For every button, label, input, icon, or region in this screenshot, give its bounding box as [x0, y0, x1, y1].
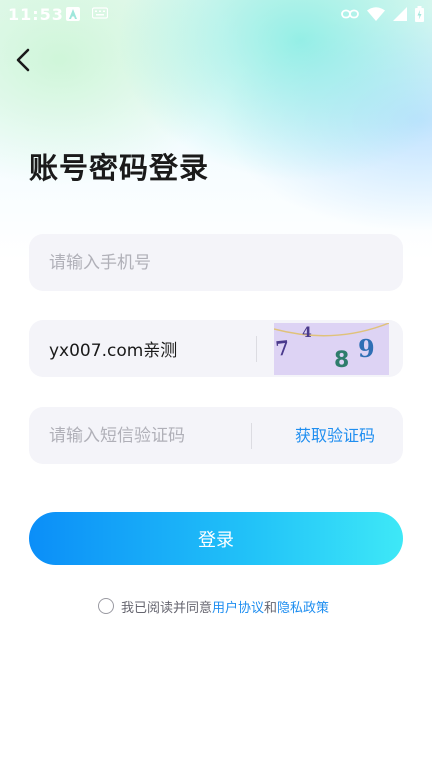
captcha-char-3: 8: [334, 348, 349, 373]
status-bar: 11:53: [0, 0, 432, 30]
captcha-char-4: 9: [358, 334, 375, 363]
notification-a-icon: [66, 7, 80, 21]
back-arrow-icon[interactable]: [12, 46, 40, 74]
agreement-row: 我已阅读并同意 用户协议 和 隐私政策: [98, 596, 329, 616]
captcha-field-container: 7 4 8 9: [29, 320, 403, 377]
signal-icon: [393, 7, 407, 21]
login-button[interactable]: 登录: [29, 512, 403, 565]
sms-field-container: 获取验证码: [29, 407, 403, 464]
captcha-char-1: 7: [274, 335, 290, 360]
privacy-policy-link[interactable]: 隐私政策: [277, 597, 329, 616]
battery-icon: [415, 6, 424, 22]
agreement-joiner: 和: [264, 600, 278, 616]
phone-input[interactable]: [49, 234, 379, 291]
sms-code-input[interactable]: [49, 407, 249, 464]
get-code-button[interactable]: 获取验证码: [295, 407, 375, 464]
captcha-divider: [256, 336, 257, 362]
agree-checkbox[interactable]: [98, 598, 114, 614]
sms-divider: [251, 423, 252, 449]
wifi-icon: [367, 7, 385, 21]
status-time: 11:53: [8, 5, 64, 24]
captcha-input[interactable]: [49, 320, 269, 377]
page-title: 账号密码登录: [29, 151, 210, 185]
phone-field-container: [29, 234, 403, 291]
captcha-image[interactable]: 7 4 8 9: [274, 323, 389, 375]
keyboard-icon: [92, 7, 108, 19]
user-agreement-link[interactable]: 用户协议: [212, 597, 264, 616]
status-notification-icons: [66, 7, 108, 21]
agreement-prefix: 我已阅读并同意: [121, 600, 213, 616]
status-system-icons: [341, 6, 424, 22]
header-background: [0, 0, 432, 260]
captcha-char-2: 4: [302, 325, 312, 341]
link-icon: [341, 9, 359, 19]
